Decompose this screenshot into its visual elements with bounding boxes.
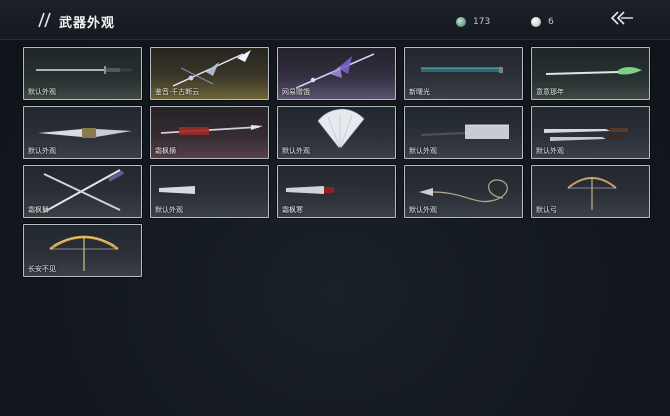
weapon-card-label: 霜枫舞 bbox=[28, 206, 49, 214]
page-title: 武器外观 bbox=[59, 16, 116, 31]
weapon-card-label: 霜枫横 bbox=[155, 147, 176, 155]
weapon-card[interactable]: 默认外观 bbox=[404, 165, 523, 218]
jade-coin-icon bbox=[456, 17, 466, 27]
weapon-card-label: 意意那年 bbox=[536, 88, 564, 96]
pearl-icon bbox=[531, 17, 541, 27]
weapon-card[interactable]: 霜枫横 bbox=[150, 106, 269, 159]
weapon-card[interactable]: 网易赠饿 bbox=[277, 47, 396, 100]
weapon-card-label: 网易赠饿 bbox=[282, 88, 310, 96]
weapon-card-label: 霜枫寒 bbox=[282, 206, 303, 214]
weapon-card-label: 默认外观 bbox=[28, 88, 56, 96]
pearl-currency-value: 6 bbox=[548, 17, 554, 27]
weapon-card-label: 默认外观 bbox=[409, 206, 437, 214]
weapon-card[interactable]: 新曙光 bbox=[404, 47, 523, 100]
weapon-appearance-screen: 武器外观 173 6 默认外观 鉴音·千古断云 网易赠饿 新曙光 意意那年 默认… bbox=[0, 0, 670, 416]
weapon-card[interactable]: 默认外观 bbox=[531, 106, 650, 159]
weapon-card[interactable]: 鉴音·千古断云 bbox=[150, 47, 269, 100]
weapon-card-label: 默认外观 bbox=[28, 147, 56, 155]
slash-icon bbox=[38, 12, 51, 28]
weapon-card-label: 长安不见 bbox=[28, 265, 56, 273]
weapon-card[interactable]: 意意那年 bbox=[531, 47, 650, 100]
weapon-card[interactable]: 霜枫寒 bbox=[277, 165, 396, 218]
back-arrow-icon[interactable] bbox=[609, 10, 635, 26]
weapon-card[interactable]: 默认外观 bbox=[404, 106, 523, 159]
weapon-card-label: 默认外观 bbox=[155, 206, 183, 214]
weapon-card-label: 新曙光 bbox=[409, 88, 430, 96]
weapon-card[interactable]: 长安不见 bbox=[23, 224, 142, 277]
jade-currency-value: 173 bbox=[473, 17, 491, 27]
header-bar: 武器外观 173 6 bbox=[0, 0, 670, 40]
weapon-card-label: 默认外观 bbox=[409, 147, 437, 155]
weapon-card-label: 默认弓 bbox=[536, 206, 557, 214]
weapon-card-label: 默认外观 bbox=[282, 147, 310, 155]
weapon-card[interactable]: 默认外观 bbox=[23, 106, 142, 159]
weapon-card[interactable]: 默认外观 bbox=[23, 47, 142, 100]
weapon-card[interactable]: 默认弓 bbox=[531, 165, 650, 218]
weapon-card[interactable]: 默认外观 bbox=[277, 106, 396, 159]
weapon-card[interactable]: 霜枫舞 bbox=[23, 165, 142, 218]
weapon-card[interactable]: 默认外观 bbox=[150, 165, 269, 218]
weapon-card-label: 鉴音·千古断云 bbox=[155, 88, 200, 96]
weapon-card-label: 默认外观 bbox=[536, 147, 564, 155]
